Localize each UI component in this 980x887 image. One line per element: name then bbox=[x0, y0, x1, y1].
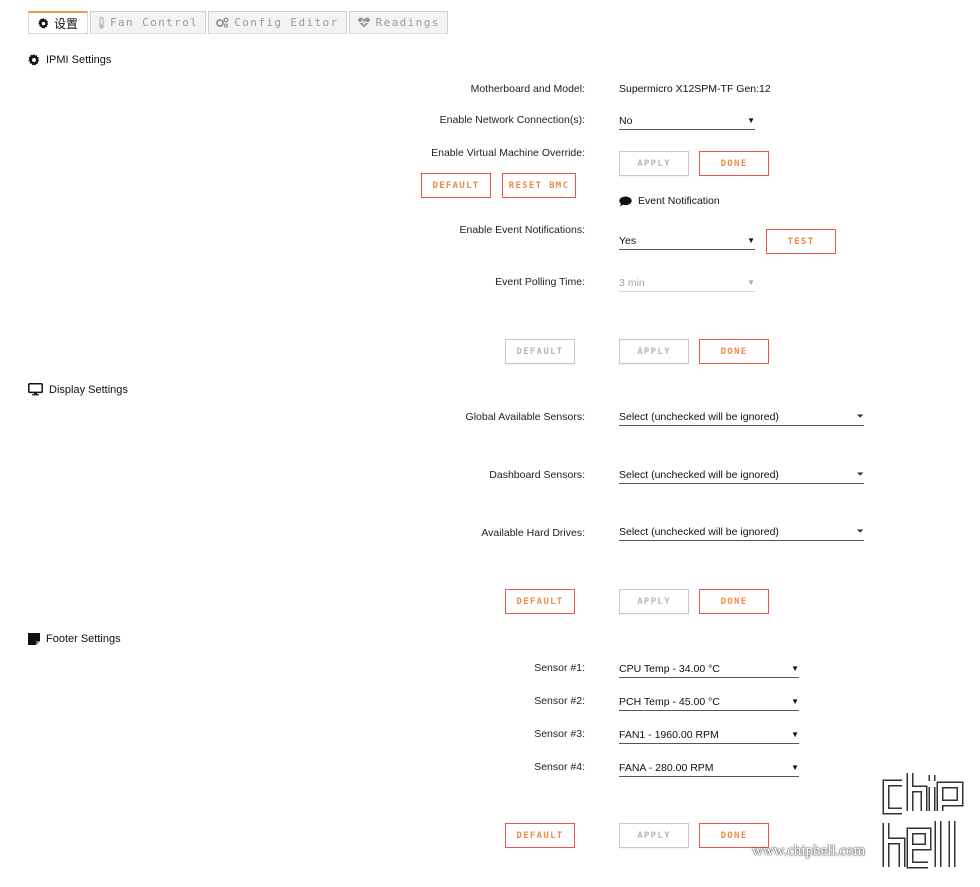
default-button-disabled[interactable]: DEFAULT bbox=[505, 339, 575, 364]
tab-label: Fan Control bbox=[110, 16, 199, 29]
done-button[interactable]: DONE bbox=[699, 589, 769, 614]
select-value: FANA - 280.00 RPM bbox=[619, 761, 714, 774]
dashboard-sensors-label: Dashboard Sensors: bbox=[489, 469, 585, 481]
network-connection-label: Enable Network Connection(s): bbox=[439, 114, 585, 126]
sensor-4-label: Sensor #4: bbox=[534, 761, 585, 773]
select-value: CPU Temp - 34.00 °C bbox=[619, 662, 720, 675]
section-display-settings: Display Settings bbox=[28, 383, 128, 396]
event-notifications-label: Enable Event Notifications: bbox=[459, 224, 586, 236]
polling-time-select: 3 min ▼ bbox=[619, 274, 755, 292]
caret-down-icon: ▼ bbox=[791, 763, 799, 772]
default-button[interactable]: DEFAULT bbox=[505, 589, 575, 614]
select-value: Select (unchecked will be ignored) bbox=[619, 525, 779, 538]
global-sensors-select[interactable]: Select (unchecked will be ignored) ⏷ bbox=[619, 408, 864, 426]
done-button[interactable]: DONE bbox=[699, 339, 769, 364]
section-ipmi-settings: IPMI Settings bbox=[28, 54, 111, 66]
apply-button[interactable]: APPLY bbox=[619, 823, 689, 848]
polling-time-label: Event Polling Time: bbox=[495, 276, 585, 288]
apply-button[interactable]: APPLY bbox=[619, 339, 689, 364]
select-value: Select (unchecked will be ignored) bbox=[619, 468, 779, 481]
caret-down-icon: ▼ bbox=[791, 697, 799, 706]
dropdown-caret-icon: ⏷ bbox=[856, 469, 864, 479]
caret-down-icon: ▼ bbox=[747, 278, 755, 287]
caret-down-icon: ▼ bbox=[791, 730, 799, 739]
tab-config-editor[interactable]: Config Editor bbox=[208, 11, 347, 34]
network-connection-select[interactable]: No ▼ bbox=[619, 112, 755, 130]
tab-label: Config Editor bbox=[234, 16, 339, 29]
section-footer-settings: Footer Settings bbox=[28, 633, 121, 645]
chiphell-logo bbox=[882, 773, 964, 869]
watermark-url: www.chiphell.com bbox=[752, 843, 866, 859]
gear-icon bbox=[38, 17, 49, 29]
thermometer-icon bbox=[99, 16, 104, 29]
apply-button[interactable]: APPLY bbox=[619, 589, 689, 614]
caret-down-icon: ▼ bbox=[747, 236, 755, 245]
section-title: Display Settings bbox=[49, 383, 128, 396]
done-button[interactable]: DONE bbox=[699, 151, 769, 176]
event-notifications-select[interactable]: Yes ▼ bbox=[619, 232, 755, 250]
motherboard-label: Motherboard and Model: bbox=[470, 83, 585, 95]
comment-icon bbox=[619, 196, 632, 206]
dropdown-caret-icon: ⏷ bbox=[856, 411, 864, 421]
select-value: Yes bbox=[619, 234, 637, 247]
monitor-icon bbox=[28, 383, 43, 396]
select-value: 3 min bbox=[619, 276, 645, 289]
reset-bmc-button[interactable]: RESET BMC bbox=[502, 173, 576, 198]
event-notification-title: Event Notification bbox=[638, 195, 720, 207]
select-value: PCH Temp - 45.00 °C bbox=[619, 695, 720, 708]
default-button[interactable]: DEFAULT bbox=[505, 823, 575, 848]
caret-down-icon: ▼ bbox=[791, 664, 799, 673]
test-button[interactable]: TEST bbox=[766, 229, 836, 254]
sensor-2-label: Sensor #2: bbox=[534, 695, 585, 707]
dropdown-caret-icon: ⏷ bbox=[856, 526, 864, 536]
tab-label: 设置 bbox=[54, 16, 79, 31]
select-value: No bbox=[619, 114, 633, 127]
default-button[interactable]: DEFAULT bbox=[421, 173, 491, 198]
gear-icon bbox=[28, 54, 40, 66]
motherboard-value: Supermicro X12SPM-TF Gen:12 bbox=[619, 83, 771, 95]
sensor-4-select[interactable]: FANA - 280.00 RPM ▼ bbox=[619, 759, 799, 777]
sensor-1-label: Sensor #1: bbox=[534, 662, 585, 674]
select-value: FAN1 - 1960.00 RPM bbox=[619, 728, 719, 741]
sensor-3-select[interactable]: FAN1 - 1960.00 RPM ▼ bbox=[619, 726, 799, 744]
tab-settings[interactable]: 设置 bbox=[28, 11, 89, 34]
select-value: Select (unchecked will be ignored) bbox=[619, 410, 779, 423]
tab-fan-control[interactable]: Fan Control bbox=[90, 11, 207, 34]
sticky-note-icon bbox=[28, 633, 40, 645]
dashboard-sensors-select[interactable]: Select (unchecked will be ignored) ⏷ bbox=[619, 466, 864, 484]
section-title: IPMI Settings bbox=[46, 54, 112, 66]
section-title: Footer Settings bbox=[46, 633, 121, 645]
tab-bar: 设置 Fan Control Config Editor Readings bbox=[28, 11, 450, 34]
hard-drives-label: Available Hard Drives: bbox=[481, 527, 585, 539]
gears-icon bbox=[216, 17, 229, 28]
sensor-1-select[interactable]: CPU Temp - 34.00 °C ▼ bbox=[619, 660, 799, 678]
sensor-2-select[interactable]: PCH Temp - 45.00 °C ▼ bbox=[619, 693, 799, 711]
heartbeat-icon bbox=[357, 17, 370, 28]
tab-readings[interactable]: Readings bbox=[348, 11, 448, 34]
tab-label: Readings bbox=[375, 16, 440, 29]
apply-button[interactable]: APPLY bbox=[619, 151, 689, 176]
global-sensors-label: Global Available Sensors: bbox=[465, 411, 585, 423]
caret-down-icon: ▼ bbox=[747, 116, 755, 125]
vm-override-label: Enable Virtual Machine Override: bbox=[431, 147, 585, 159]
hard-drives-select[interactable]: Select (unchecked will be ignored) ⏷ bbox=[619, 523, 864, 541]
sensor-3-label: Sensor #3: bbox=[534, 728, 585, 740]
event-notification-header: Event Notification bbox=[619, 195, 720, 207]
